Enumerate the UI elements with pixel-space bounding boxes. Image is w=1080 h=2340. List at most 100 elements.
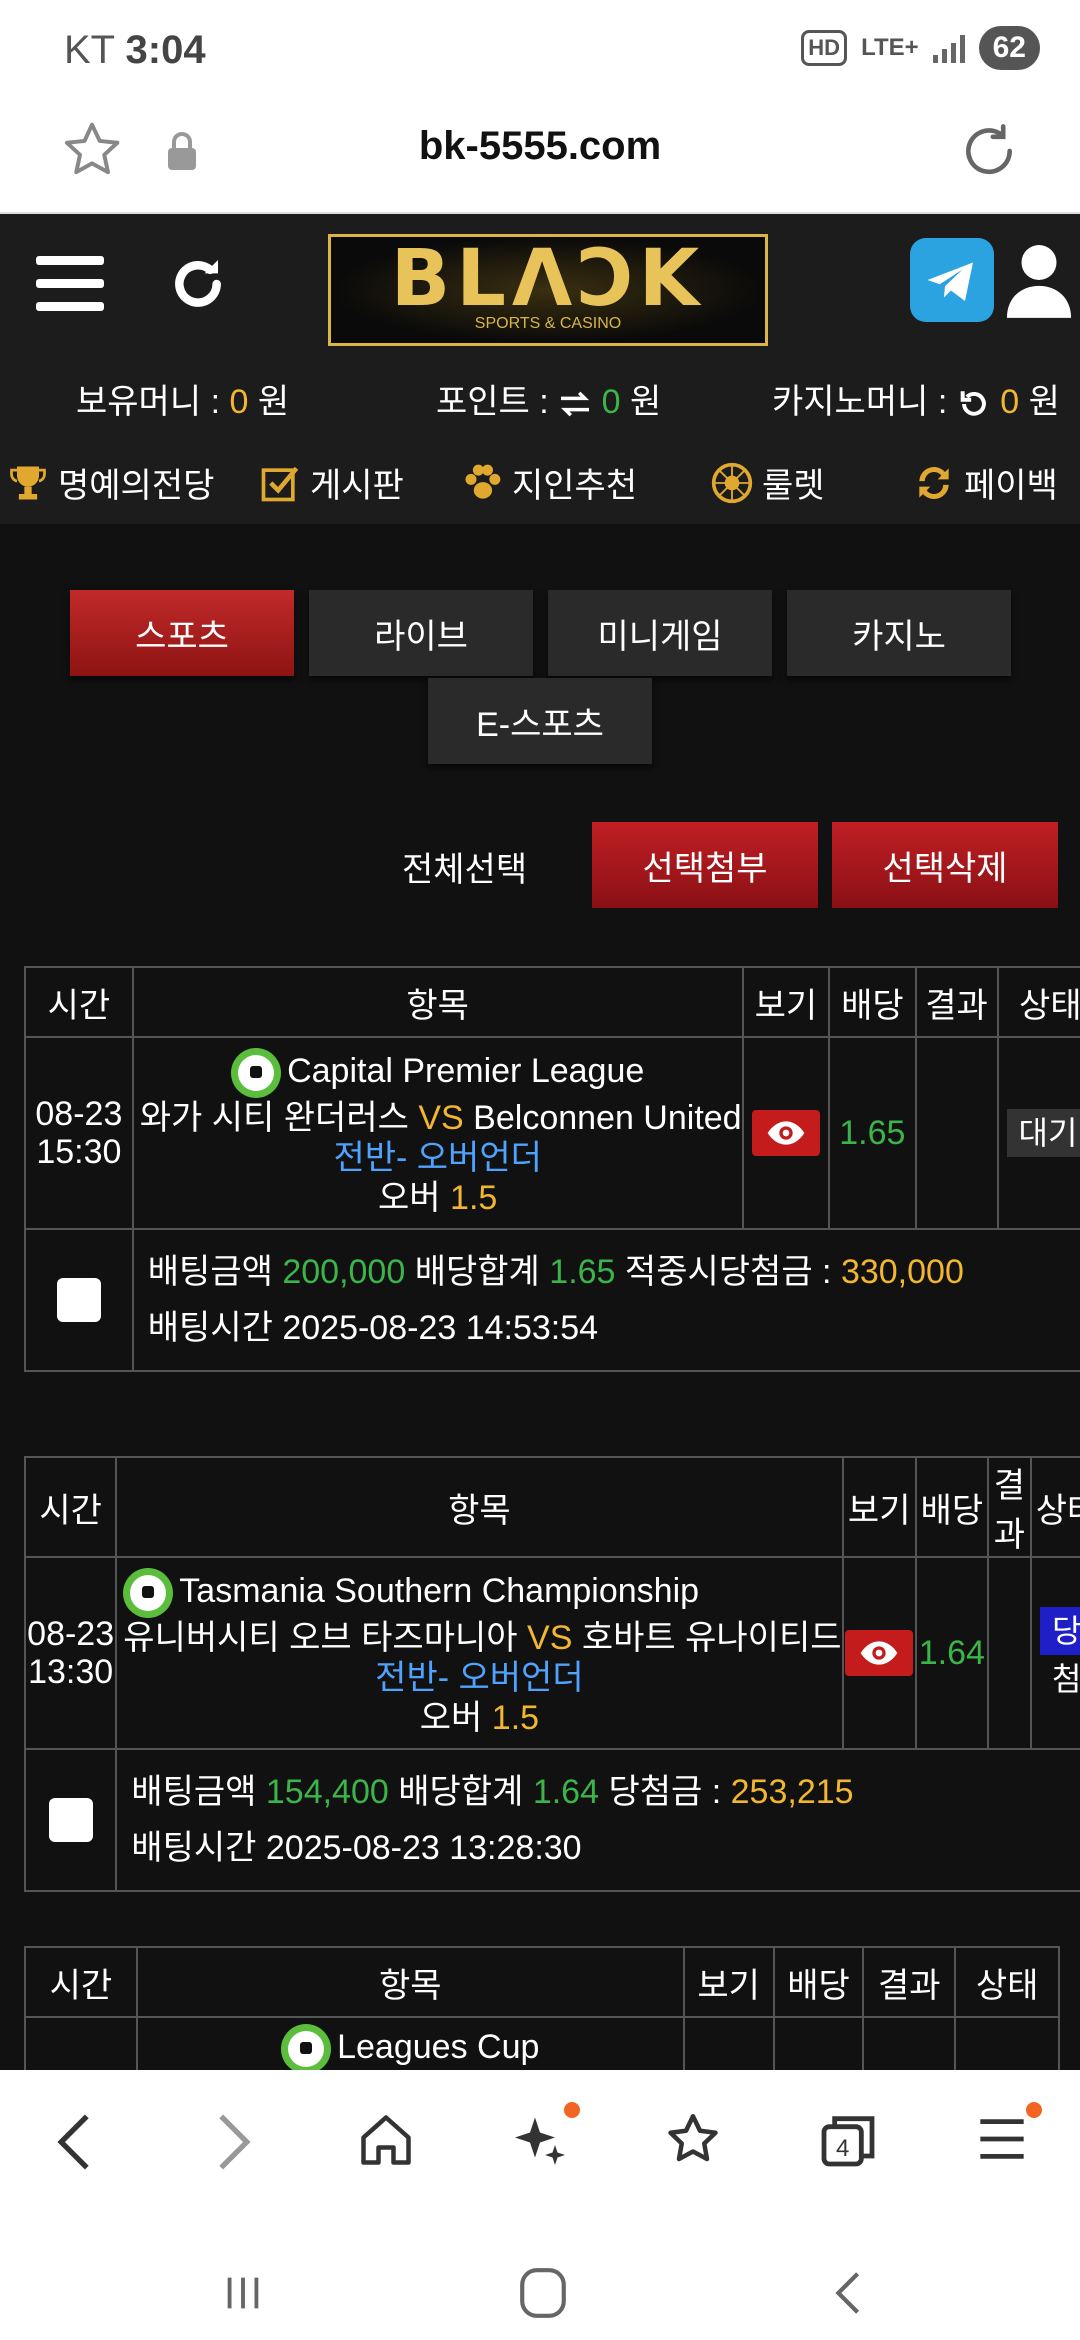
delete-selected-button[interactable]: 선택삭제: [832, 822, 1058, 908]
bettime-label: 배팅시간: [147, 1309, 273, 1347]
nav-label: 지인추천: [512, 467, 638, 505]
bet-checkbox[interactable]: [56, 1278, 101, 1322]
recent-apps-icon[interactable]: [220, 2270, 266, 2316]
table-header-row: 시간 항목 보기 배당 결과 상태: [24, 1946, 1060, 2018]
site-logo[interactable]: BLΛϽK SPORTS & CASINO: [328, 234, 768, 346]
nav-hall-of-fame[interactable]: 명예의전당: [6, 458, 214, 507]
view-eye-button[interactable]: [845, 1630, 914, 1676]
pick-line-value: 1.5: [491, 1699, 540, 1737]
roulette-icon: [711, 462, 753, 503]
status-cell: 당첨: [1029, 1556, 1080, 1750]
back-icon[interactable]: [52, 2110, 96, 2174]
header-time: 시간: [23, 1456, 118, 1558]
header-odds: 배당: [828, 966, 917, 1038]
nav-label: 게시판: [310, 467, 404, 505]
checkbox-icon: [261, 466, 299, 501]
status-bar: KT 3:04 HD LTE+ 62: [0, 0, 1080, 100]
point-unit: 원: [630, 383, 662, 421]
user-icon[interactable]: [1004, 238, 1074, 322]
menu-icon[interactable]: [36, 256, 104, 316]
trophy-icon: [10, 466, 46, 499]
header-result: 결과: [986, 1456, 1032, 1558]
casino-balance: 카지노머니 : 0 원: [772, 374, 1060, 423]
payout-label: 적중시당첨금 :: [624, 1253, 832, 1291]
home-button-icon[interactable]: [518, 2266, 568, 2320]
ai-sparkle-icon[interactable]: [510, 2110, 570, 2170]
status-icons: HD LTE+ 62: [801, 26, 1040, 70]
soccer-ball-icon: [123, 1568, 174, 1618]
view-cell: [741, 1036, 831, 1230]
attach-selected-button[interactable]: 선택첨부: [592, 822, 818, 908]
result-value: [914, 1036, 999, 1230]
soccer-ball-icon: [231, 1048, 282, 1098]
tabs-icon[interactable]: 4: [816, 2108, 880, 2172]
forward-icon[interactable]: [212, 2110, 256, 2174]
point-value: 0: [601, 383, 621, 421]
bet-table: 시간 항목 보기 배당 결과 상태 08-23 15:30 Capital Pre…: [24, 966, 1080, 1372]
vs-label: VS: [418, 1099, 464, 1137]
casino-label: 카지노머니 :: [772, 383, 948, 421]
system-back-icon[interactable]: [828, 2268, 868, 2318]
tab-casino[interactable]: 카지노: [787, 590, 1011, 676]
amount-value: 154,400: [265, 1773, 389, 1811]
money-label: 보유머니 :: [76, 383, 221, 421]
reload-icon[interactable]: [958, 120, 1020, 182]
payback-icon: [919, 466, 949, 499]
select-all-button[interactable]: 전체선택: [402, 842, 527, 891]
header-time: 시간: [24, 966, 134, 1038]
away-team: Belconnen United: [473, 1099, 742, 1137]
carrier-time: KT 3:04: [64, 28, 206, 73]
nav-referral[interactable]: 지인추천: [460, 458, 637, 507]
view-eye-button[interactable]: [751, 1110, 820, 1156]
home-icon[interactable]: [356, 2110, 416, 2170]
pick: 오버: [419, 1699, 483, 1737]
tab-esports[interactable]: E-스포츠: [428, 678, 652, 764]
payout-value: 330,000: [840, 1253, 964, 1291]
bookmarks-icon[interactable]: [662, 2110, 724, 2170]
bettime-value: 2025-08-23 14:53:54: [282, 1309, 599, 1347]
casino-value: 0: [1000, 383, 1020, 421]
nav-payback[interactable]: 페이백: [912, 458, 1058, 507]
tab-sports[interactable]: 스포츠: [70, 590, 294, 676]
league-name: Leagues Cup: [337, 2027, 540, 2066]
tab-live[interactable]: 라이브: [309, 590, 533, 676]
bet-summary: 배팅금액 200,000 배당합계 1.65 적중시당첨금 : 330,000 …: [131, 1228, 1080, 1372]
market-name: 전반- 오버언더: [375, 1659, 584, 1697]
bettime-label: 배팅시간: [131, 1829, 257, 1867]
checkbox-cell: [24, 1228, 134, 1372]
match-item: Capital Premier League 와가 시티 완더러스 VS Bel…: [131, 1036, 744, 1230]
bet-summary-row: 배팅금액 154,400 배당합계 1.64 당첨금 : 253,215 배팅시…: [23, 1748, 1080, 1892]
signal-icon: [932, 33, 965, 63]
browser-bottom-bar: 4: [0, 2070, 1080, 2340]
casino-refresh-icon[interactable]: [957, 387, 991, 421]
header-status: 상태: [954, 1946, 1060, 2018]
bet-checkbox[interactable]: [48, 1798, 93, 1842]
lte-icon: LTE+: [861, 34, 919, 61]
pick-line: 오버 1.5: [117, 1698, 841, 1738]
status-badge: 대기: [1006, 1109, 1080, 1157]
bettime-value: 2025-08-23 13:28:30: [265, 1829, 582, 1867]
league-line: Capital Premier League: [134, 1048, 742, 1098]
view-cell: [841, 1556, 917, 1750]
balance-row: 보유머니 : 0 원 포인트 : 0 원 카지노머니 : 0 원: [0, 374, 1080, 434]
battery-level: 62: [992, 31, 1026, 64]
refresh-icon[interactable]: [166, 252, 230, 316]
nav-roulette[interactable]: 룰렛: [710, 458, 825, 507]
telegram-icon[interactable]: [910, 238, 994, 322]
match-date: 08-23: [27, 1615, 115, 1653]
menu-icon[interactable]: [976, 2114, 1028, 2164]
exchange-icon[interactable]: [558, 390, 592, 418]
market-name: 전반- 오버언더: [333, 1139, 542, 1177]
battery-icon: 62: [978, 26, 1040, 70]
league-name: Tasmania Southern Championship: [179, 1571, 700, 1610]
header-view: 보기: [682, 1946, 775, 2018]
away-team: 호바트 유나이티드: [581, 1619, 842, 1657]
nav-board[interactable]: 게시판: [258, 458, 404, 507]
eye-icon: [767, 1121, 805, 1145]
pick: 오버: [378, 1179, 441, 1217]
checkbox-cell: [23, 1748, 118, 1892]
tab-minigame[interactable]: 미니게임: [548, 590, 772, 676]
header-view: 보기: [841, 1456, 917, 1558]
point-balance: 포인트 : 0 원: [436, 374, 661, 423]
url-text[interactable]: bk-5555.com: [0, 124, 1080, 169]
